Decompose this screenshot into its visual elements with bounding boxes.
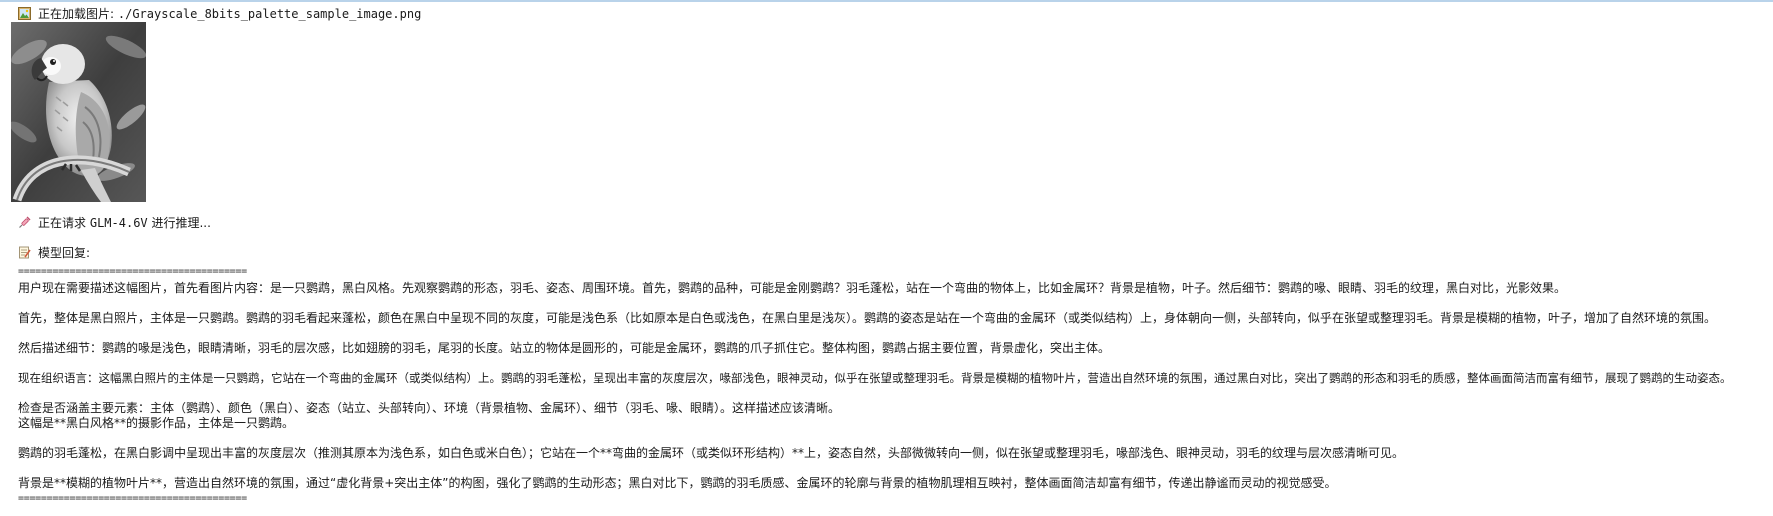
request-line: 正在请求 GLM-4.6V 进行推理... (18, 216, 211, 230)
reasoning-paragraph-4: 现在组织语言：这幅黑白照片的主体是一只鹦鹉，它站在一个弯曲的金属环（或类似结构）… (18, 371, 1732, 385)
reasoning-paragraph-2: 首先，整体是黑白照片，主体是一只鹦鹉。鹦鹉的羽毛看起来蓬松，颜色在黑白中呈现不同… (18, 311, 1717, 325)
answer-paragraph-3: 背景是**模糊的植物叶片**，营造出自然环境的氛围，通过“虚化背景+突出主体”的… (18, 476, 1337, 490)
separator-top: ======================================== (18, 266, 247, 277)
reasoning-paragraph-5: 检查是否涵盖主要元素：主体（鹦鹉）、颜色（黑白）、姿态（站立、头部转向）、环境（… (18, 401, 841, 415)
loading-image-line: 正在加载图片: ./Grayscale_8bits_palette_sample… (18, 7, 421, 21)
parrot-photo (11, 22, 146, 202)
loading-label: 正在加载图片: (38, 7, 115, 21)
window-top-border (0, 0, 1773, 2)
reply-label: 模型回复: (38, 246, 91, 260)
model-name: GLM-4.6V (89, 216, 148, 230)
framed-picture-icon (18, 7, 31, 20)
memo-icon (19, 246, 31, 259)
separator-bottom: ======================================== (18, 493, 247, 504)
answer-paragraph-2: 鹦鹉的羽毛蓬松，在黑白影调中呈现出丰富的灰度层次（推测其原本为浅色系，如白色或米… (18, 446, 1405, 460)
answer-paragraph-1: 这幅是**黑白风格**的摄影作品，主体是一只鹦鹉。 (18, 416, 295, 430)
request-label: 正在请求 (38, 216, 87, 230)
syringe-icon (19, 216, 31, 228)
request-suffix: 进行推理... (151, 216, 211, 230)
reasoning-paragraph-3: 然后描述细节：鹦鹉的喙是浅色，眼睛清晰，羽毛的层次感，比如翅膀的羽毛，尾羽的长度… (18, 341, 1111, 355)
reasoning-paragraph-1: 用户现在需要描述这幅图片，首先看图片内容：是一只鹦鹉，黑白风格。先观察鹦鹉的形态… (18, 281, 1567, 295)
image-path: ./Grayscale_8bits_palette_sample_image.p… (117, 7, 422, 21)
reply-header: 模型回复: (18, 246, 90, 260)
